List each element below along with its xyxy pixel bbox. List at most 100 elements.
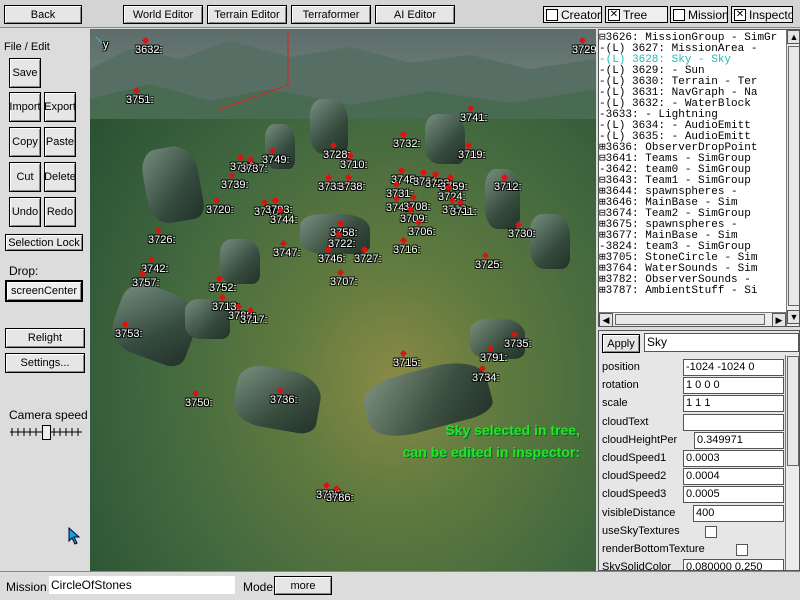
property-label: SkySolidColor: [602, 561, 672, 571]
object-marker-label[interactable]: 3791:: [480, 352, 508, 364]
left-tool-panel: File / Edit Save Import Export Copy Past…: [0, 29, 90, 571]
object-marker-label[interactable]: 3750:: [185, 397, 213, 409]
object-marker-label[interactable]: 3737:: [240, 163, 268, 175]
property-value-field[interactable]: 0.0003: [683, 450, 784, 467]
object-marker-label[interactable]: 3753:: [115, 328, 143, 340]
object-marker-label[interactable]: 3707:: [330, 276, 358, 288]
tree-hscroll-thumb[interactable]: [615, 314, 765, 325]
delete-button[interactable]: Delete: [44, 162, 76, 192]
world-editor-button[interactable]: World Editor: [123, 5, 203, 24]
scroll-down-arrow-icon[interactable]: ▼: [787, 310, 799, 324]
inspector-checkbox[interactable]: ✕: [734, 8, 746, 21]
settings-button[interactable]: Settings...: [5, 353, 85, 373]
undo-button[interactable]: Undo: [9, 197, 41, 227]
camera-speed-slider-thumb[interactable]: [42, 425, 51, 440]
paste-button[interactable]: Paste: [44, 127, 76, 157]
object-marker-label[interactable]: 3757:: [132, 277, 160, 289]
mission-checkbox[interactable]: [673, 8, 685, 21]
terrain-editor-button[interactable]: Terrain Editor: [207, 5, 287, 24]
object-marker-label[interactable]: 3747:: [273, 247, 301, 259]
inspector-scroll-thumb[interactable]: [787, 356, 799, 466]
creator-toggle[interactable]: Creator: [543, 6, 602, 23]
tree-vertical-scrollbar[interactable]: ▲ ▼: [786, 30, 799, 326]
property-value-field[interactable]: 0.0004: [683, 468, 784, 486]
object-marker-label[interactable]: 3716:: [393, 244, 421, 256]
object-marker-label[interactable]: 3715:: [393, 357, 421, 369]
mission-tree[interactable]: ⊟3626: MissionGroup - SimGr -(L) 3627: M…: [598, 29, 800, 327]
cut-button[interactable]: Cut: [9, 162, 41, 192]
object-marker-label[interactable]: 3726:: [148, 234, 176, 246]
object-marker-label[interactable]: 3744:: [270, 214, 298, 226]
object-name-field[interactable]: Sky: [644, 333, 799, 352]
export-button[interactable]: Export: [44, 92, 76, 122]
object-marker-label[interactable]: 3732:: [393, 138, 421, 150]
drop-label: Drop:: [9, 264, 39, 278]
object-marker-label[interactable]: 3734:: [472, 372, 500, 384]
tree-checkbox[interactable]: ✕: [608, 8, 620, 21]
object-marker-label[interactable]: 3746:: [318, 253, 346, 265]
property-value-field[interactable]: 1 0 0 0: [683, 377, 784, 395]
inspector-scrollbar[interactable]: [785, 355, 799, 570]
property-value-field[interactable]: 400: [693, 504, 784, 522]
property-value-field[interactable]: 0.0005: [683, 486, 784, 504]
property-value-field[interactable]: 0.349971: [694, 431, 784, 449]
redo-button[interactable]: Redo: [44, 197, 76, 227]
ai-editor-button[interactable]: AI Editor: [375, 5, 455, 24]
object-marker-label[interactable]: 3735:: [504, 338, 532, 350]
object-marker-label[interactable]: 3632:: [135, 44, 163, 56]
object-marker-label[interactable]: 3736:: [270, 394, 298, 406]
object-marker-label[interactable]: 3722:: [328, 238, 356, 250]
object-marker-label[interactable]: 3719:: [458, 149, 486, 161]
object-marker-label[interactable]: 3720:: [206, 204, 234, 216]
object-marker-label[interactable]: 3727:: [354, 253, 382, 265]
creator-checkbox[interactable]: [546, 8, 558, 21]
terraformer-button[interactable]: Terraformer: [291, 5, 371, 24]
object-marker-label[interactable]: 3739:: [221, 179, 249, 191]
property-value-field[interactable]: 0.080000 0.250: [683, 559, 784, 570]
object-marker-label[interactable]: 3786:: [326, 492, 354, 504]
copy-button[interactable]: Copy: [9, 127, 41, 157]
object-marker-label[interactable]: 3751:: [126, 94, 154, 106]
object-marker-label[interactable]: 3730:: [508, 228, 536, 240]
more-button[interactable]: more: [274, 576, 332, 595]
inspector-label: Inspector: [749, 7, 792, 22]
back-button[interactable]: Back: [4, 5, 82, 24]
3d-viewport[interactable]: y 3632:3729:3751:3741:3732:3749:3728:371…: [90, 29, 596, 571]
camera-speed-slider[interactable]: [10, 425, 82, 440]
property-value-field[interactable]: -1024 -1024 0: [683, 359, 784, 376]
object-marker-label[interactable]: 3752:: [209, 282, 237, 294]
object-marker-label[interactable]: 3741:: [460, 112, 488, 124]
property-label: visibleDistance: [602, 506, 676, 519]
object-marker-label[interactable]: 3711:: [450, 206, 477, 218]
inspector-toggle[interactable]: ✕Inspector: [731, 6, 793, 23]
scroll-up-arrow-icon[interactable]: ▲: [787, 30, 799, 44]
object-marker-label[interactable]: 3725:: [475, 259, 503, 271]
object-marker-label[interactable]: 3729:: [572, 44, 596, 56]
object-marker-label[interactable]: 3738:: [338, 181, 366, 193]
mission-toggle[interactable]: Mission: [670, 6, 728, 23]
scroll-left-arrow-icon[interactable]: ◀: [599, 313, 613, 326]
property-value-field[interactable]: [683, 413, 784, 431]
mission-name-field[interactable]: CircleOfStones: [49, 576, 235, 594]
scroll-right-arrow-icon[interactable]: ▶: [772, 313, 786, 326]
object-marker-label[interactable]: 3712:: [494, 181, 522, 193]
object-marker-label[interactable]: 3710:: [340, 159, 368, 171]
drop-mode-select[interactable]: screenCenter: [5, 280, 83, 302]
save-button[interactable]: Save: [9, 58, 41, 88]
selection-lock-button[interactable]: Selection Lock: [5, 234, 83, 251]
tree-scroll-thumb[interactable]: [788, 46, 799, 306]
file-edit-heading: File / Edit: [4, 41, 50, 53]
import-button[interactable]: Import: [9, 92, 41, 122]
property-checkbox[interactable]: [736, 544, 748, 556]
tree-item[interactable]: ⊞3787: AmbientStuff - Si: [599, 286, 757, 297]
property-value-field[interactable]: 1 1 1: [683, 395, 784, 413]
property-checkbox[interactable]: [705, 525, 717, 538]
tree-horizontal-scrollbar[interactable]: ◀ ▶: [599, 312, 786, 326]
apply-button[interactable]: Apply: [602, 334, 640, 353]
object-marker-label[interactable]: 3717:: [240, 314, 268, 326]
tree-toggle[interactable]: ✕ Tree: [605, 6, 668, 23]
object-marker-label[interactable]: 3708:: [403, 201, 431, 213]
relight-button[interactable]: Relight: [5, 328, 85, 348]
object-marker-label[interactable]: 3706:: [408, 226, 436, 238]
object-marker-label[interactable]: 3709:: [400, 213, 428, 225]
